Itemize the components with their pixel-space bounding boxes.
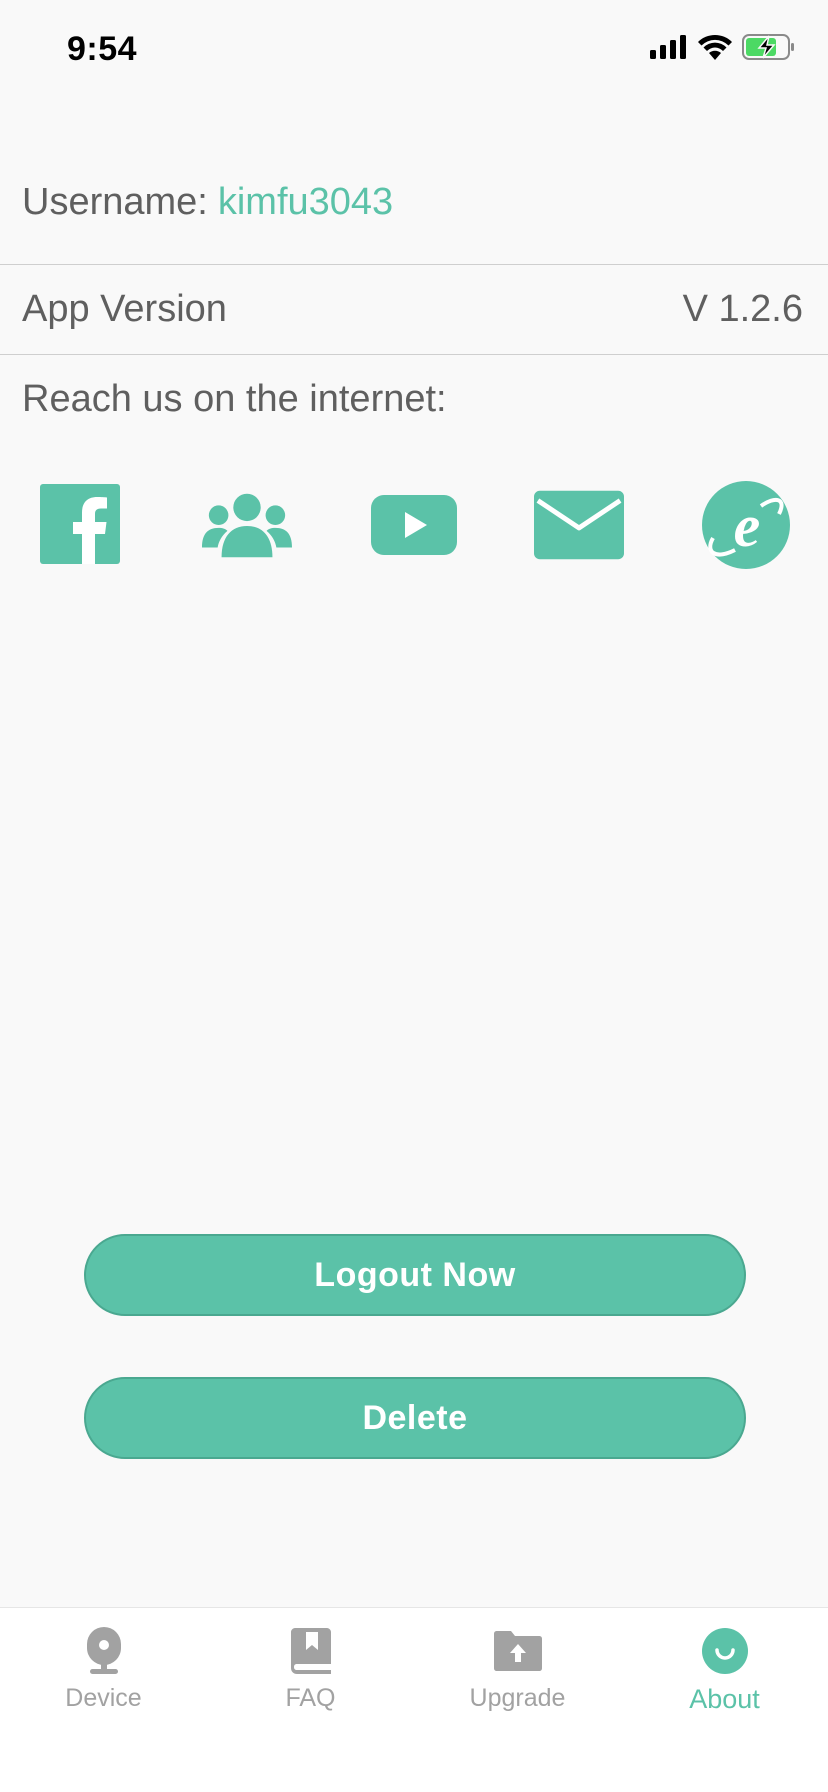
app-version-row: App Version V 1.2.6 — [0, 265, 828, 355]
book-icon — [286, 1626, 336, 1676]
internet-explorer-icon[interactable]: e — [701, 480, 791, 570]
tab-faq-label: FAQ — [285, 1684, 336, 1712]
username-value: kimfu3043 — [217, 180, 394, 223]
svg-text:e: e — [734, 493, 761, 559]
reach-us-label: Reach us on the internet: — [22, 378, 447, 420]
youtube-icon[interactable] — [369, 480, 459, 570]
status-bar: 9:54 — [0, 0, 828, 100]
wifi-icon — [698, 34, 732, 65]
app-version-value: V 1.2.6 — [682, 288, 803, 330]
facebook-icon[interactable] — [36, 480, 126, 570]
tab-device-label: Device — [65, 1684, 142, 1712]
smile-icon — [700, 1626, 750, 1676]
tab-device[interactable]: Device — [0, 1608, 207, 1728]
tab-upgrade[interactable]: Upgrade — [414, 1608, 621, 1728]
status-time: 9:54 — [67, 30, 138, 68]
logout-button[interactable]: Logout Now — [84, 1234, 746, 1316]
community-icon[interactable] — [202, 480, 292, 570]
social-links: e — [0, 480, 828, 570]
about-screen: 9:54 Username: kimfu3043 App Version V 1… — [0, 0, 828, 1792]
username-row: Username: kimfu3043 — [0, 170, 828, 265]
status-icons — [650, 34, 796, 65]
upload-folder-icon — [493, 1626, 543, 1676]
tab-upgrade-label: Upgrade — [469, 1684, 566, 1712]
cellular-signal-icon — [650, 35, 688, 64]
tab-bar: Device FAQ Upgrade About — [0, 1607, 828, 1792]
delete-button[interactable]: Delete — [84, 1377, 746, 1459]
battery-charging-icon — [742, 34, 796, 65]
tab-about[interactable]: About — [621, 1608, 828, 1728]
tab-faq[interactable]: FAQ — [207, 1608, 414, 1728]
email-icon[interactable] — [534, 480, 624, 570]
username-label: Username: — [22, 180, 208, 223]
camera-icon — [79, 1626, 129, 1676]
tab-about-label: About — [689, 1684, 760, 1714]
app-version-label: App Version — [22, 288, 227, 330]
